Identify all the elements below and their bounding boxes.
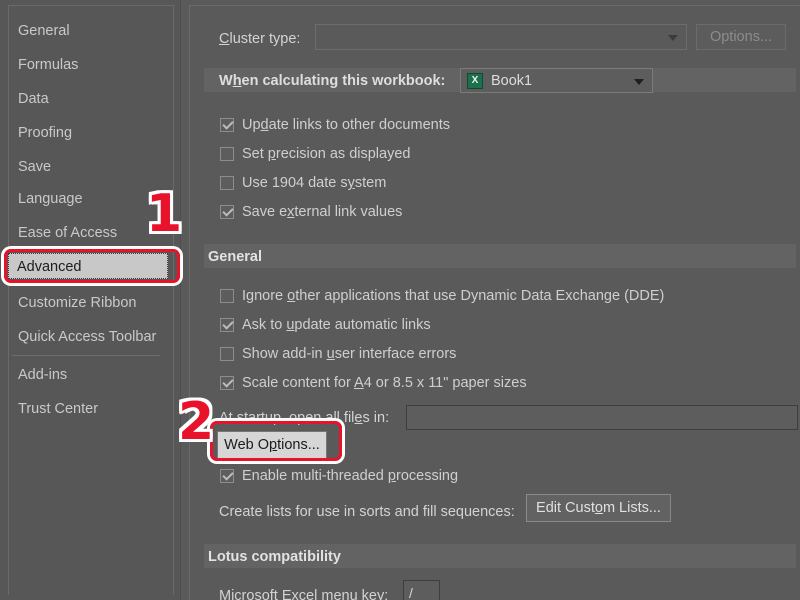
sidebar-item-save[interactable]: Save xyxy=(10,154,165,180)
sidebar-item-trust-center[interactable]: Trust Center xyxy=(10,396,165,422)
when-calculating-label: When calculating this workbook: xyxy=(219,73,446,89)
workbook-value: Book1 xyxy=(491,72,533,89)
checkbox-box[interactable] xyxy=(220,469,234,483)
annotation-marker-1: 1 xyxy=(144,184,184,244)
checkbox-box[interactable] xyxy=(220,118,234,132)
cluster-type-dropdown[interactable] xyxy=(315,24,687,50)
startup-folder-label: At startup, open all files in: xyxy=(219,410,390,426)
sidebar-item-proofing[interactable]: Proofing xyxy=(10,120,165,146)
chevron-down-icon xyxy=(668,35,678,41)
sidebar-item-quick-access-toolbar[interactable]: Quick Access Toolbar xyxy=(10,324,165,350)
excel-icon: X xyxy=(467,72,483,89)
checkbox-box[interactable] xyxy=(220,289,234,303)
checkbox-box[interactable] xyxy=(220,347,234,361)
workbook-dropdown[interactable]: X Book1 xyxy=(460,68,653,93)
sidebar-item-data[interactable]: Data xyxy=(10,86,165,112)
lotus-section-title: Lotus compatibility xyxy=(208,549,341,565)
menu-key-value: / xyxy=(409,585,413,600)
sidebar-item-customize-ribbon[interactable]: Customize Ribbon xyxy=(10,290,165,316)
chevron-down-icon xyxy=(634,78,644,85)
sidebar-item-formulas[interactable]: Formulas xyxy=(10,52,165,78)
sidebar-item-advanced[interactable]: Advanced xyxy=(8,253,168,279)
checkbox-box[interactable] xyxy=(220,376,234,390)
edit-custom-lists-button[interactable]: Edit Custom Lists... xyxy=(526,494,671,522)
sidebar-item-general[interactable]: General xyxy=(10,18,165,44)
web-options-label: Web Options... xyxy=(224,437,320,453)
general-section-title: General xyxy=(208,249,262,265)
edit-custom-lists-label: Edit Custom Lists... xyxy=(536,500,661,516)
checkbox-box[interactable] xyxy=(220,176,234,190)
checkbox-box[interactable] xyxy=(220,318,234,332)
sidebar-divider xyxy=(12,355,160,356)
create-lists-label: Create lists for use in sorts and fill s… xyxy=(219,504,515,520)
cluster-options-button[interactable]: Options... xyxy=(696,24,786,50)
options-main-panel: Cluster type: Options... When calculatin… xyxy=(189,5,800,600)
excel-options-dialog: General Formulas Data Proofing Save Lang… xyxy=(0,0,800,600)
web-options-button[interactable]: Web Options... xyxy=(217,431,327,459)
checkbox-box[interactable] xyxy=(220,205,234,219)
general-section-band xyxy=(204,244,796,268)
menu-key-input[interactable]: / xyxy=(403,580,440,600)
cluster-type-label: Cluster type: xyxy=(219,31,301,47)
annotation-marker-2: 2 xyxy=(176,392,216,452)
sidebar-item-language[interactable]: Language xyxy=(10,186,165,212)
options-category-sidebar: General Formulas Data Proofing Save Lang… xyxy=(0,0,181,600)
startup-folder-input[interactable] xyxy=(406,405,798,430)
sidebar-item-ease-of-access[interactable]: Ease of Access xyxy=(10,220,165,246)
sidebar-item-add-ins[interactable]: Add-ins xyxy=(10,362,165,388)
checkbox-box[interactable] xyxy=(220,147,234,161)
menu-key-label: Microsoft Excel menu key: xyxy=(219,588,389,600)
